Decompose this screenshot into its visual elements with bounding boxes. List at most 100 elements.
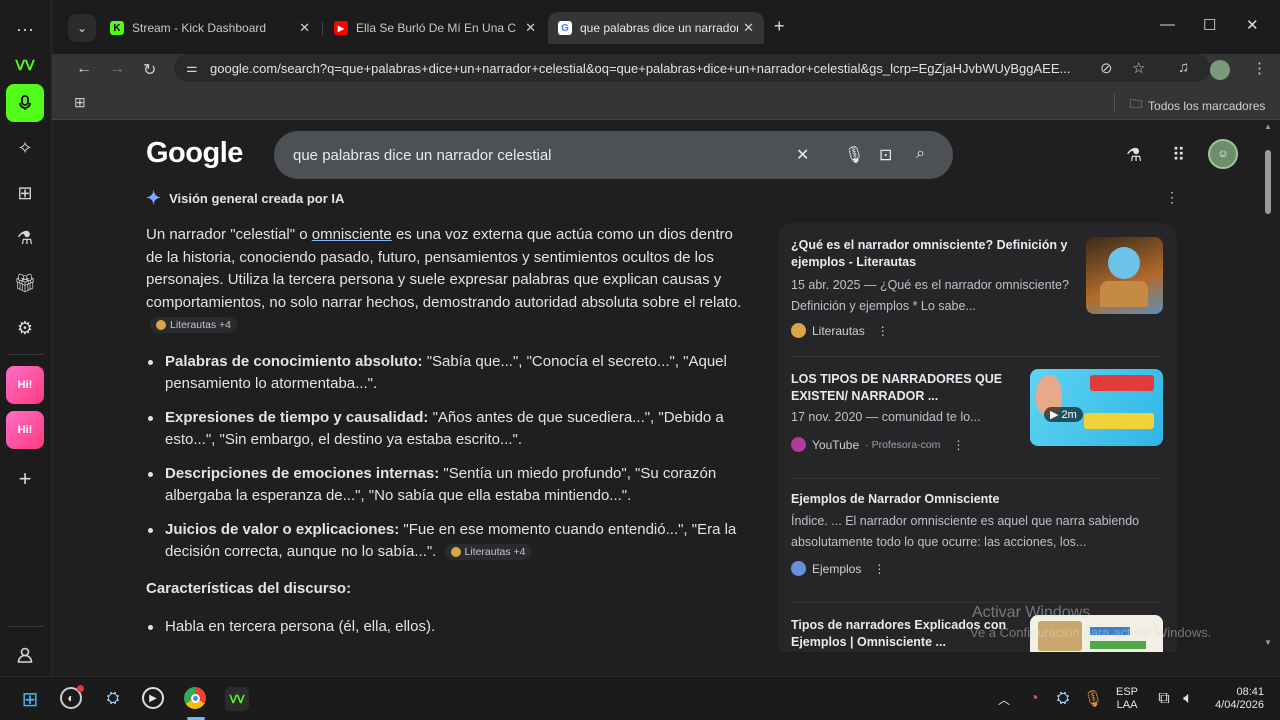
scroll-up-icon[interactable]: ▲ xyxy=(1264,122,1272,131)
volume-icon[interactable]: 🔈︎ xyxy=(1176,687,1200,711)
source-card[interactable]: Ejemplos de Narrador Omnisciente Índice.… xyxy=(791,491,1163,603)
tray-steam-icon[interactable]: ⛭ xyxy=(1051,687,1075,711)
back-button[interactable]: ← xyxy=(76,60,92,78)
chrome-icon[interactable] xyxy=(184,687,206,709)
sparkle-icon[interactable]: ✧ xyxy=(6,129,44,167)
google-apps-icon[interactable]: ⠿ xyxy=(1172,145,1185,166)
scroll-down-icon[interactable]: ▼ xyxy=(1264,638,1272,647)
flask-icon[interactable]: ⚗ xyxy=(6,219,44,257)
chrome-center-shape xyxy=(190,693,200,703)
characteristics-list: Habla en tercera persona (él, ella, ello… xyxy=(146,616,744,639)
tab-google[interactable]: G que palabras dice un narrador c ✕ xyxy=(548,12,764,44)
more-options-icon[interactable]: ··· xyxy=(6,10,44,48)
tab-strip: ⌄ K Stream - Kick Dashboard ✕ ▶ Ella Se … xyxy=(52,0,1280,54)
google-logo[interactable]: Google xyxy=(146,137,243,170)
lens-icon[interactable]: ⊡ xyxy=(879,145,892,165)
settings-icon[interactable]: ⚙ xyxy=(6,309,44,347)
site-settings-icon[interactable]: ⚌ xyxy=(186,60,198,76)
omnisciente-link[interactable]: omnisciente xyxy=(312,226,392,243)
tab-search-button[interactable]: ⌄ xyxy=(68,14,96,42)
media-player-icon[interactable]: ▶ xyxy=(142,687,164,709)
tab-title: Stream - Kick Dashboard xyxy=(132,21,267,35)
close-window-button[interactable]: ✕ xyxy=(1246,16,1259,34)
search-input[interactable]: que palabras dice un narrador celestial … xyxy=(274,131,953,179)
cartoon-thumbnail[interactable] xyxy=(1086,237,1163,314)
maximize-button[interactable]: ☐ xyxy=(1203,16,1216,34)
voice-search-icon[interactable]: 🎙︎ xyxy=(844,145,864,165)
ejemplos-icon xyxy=(791,561,806,576)
microphone-panel-icon[interactable] xyxy=(6,84,44,122)
labs-flask-icon[interactable]: ⚗ xyxy=(1126,145,1142,166)
source-site: Literautas xyxy=(812,323,865,338)
steam-icon[interactable]: ⛭ xyxy=(101,687,125,711)
all-bookmarks-button[interactable]: 🗀︎ Todos los marcadores xyxy=(1130,95,1265,116)
forward-button[interactable]: → xyxy=(109,60,125,78)
gift-icon[interactable]: 🎁︎ xyxy=(6,264,44,302)
ai-overview-body: Un narrador "celestial" o omnisciente es… xyxy=(146,224,744,639)
close-icon[interactable]: ✕ xyxy=(743,20,754,36)
language-indicator[interactable]: ESP LAA xyxy=(1116,686,1138,712)
bookmarks-bar: ⊞ 🗀︎ Todos los marcadores xyxy=(52,86,1280,120)
google-icon: G xyxy=(558,21,572,35)
more-vert-icon[interactable]: ⋮ xyxy=(1165,189,1179,206)
search-results-page: Google que palabras dice un narrador cel… xyxy=(62,121,1276,652)
tray-overflow-icon[interactable]: ︿ xyxy=(992,687,1016,711)
literautas-icon xyxy=(791,323,806,338)
clock[interactable]: 08:41 4/04/2026 xyxy=(1208,686,1264,712)
tray-microphone-icon[interactable]: 🎙︎ xyxy=(1081,687,1105,711)
tab-title: Ella Se Burló De Mí En Una Cen xyxy=(356,21,516,35)
literautas-icon xyxy=(450,547,461,558)
source-chip[interactable]: Literautas +4 xyxy=(150,317,238,334)
source-card[interactable]: ¿Qué es el narrador omnisciente? Definic… xyxy=(791,235,1163,357)
source-card[interactable]: LOS TIPOS DE NARRADORES QUE EXISTEN/ NAR… xyxy=(791,369,1163,479)
app-icon[interactable]: ᐯᐯ xyxy=(225,687,249,711)
ai-intro-paragraph: Un narrador "celestial" o omnisciente es… xyxy=(146,224,744,337)
list-item: Palabras de conocimiento absoluto: "Sabí… xyxy=(146,351,744,396)
apps-add-icon[interactable]: ⊞ xyxy=(6,174,44,212)
chevron-down-icon: ⌄ xyxy=(76,21,88,35)
account-avatar[interactable]: ☺ xyxy=(1208,139,1238,169)
close-icon[interactable]: ✕ xyxy=(525,20,536,36)
ai-overview-title: Visión general creada por IA xyxy=(169,191,345,206)
address-bar[interactable]: ⚌ google.com/search?q=que+palabras+dice+… xyxy=(174,54,1210,82)
tab-separator xyxy=(322,22,323,36)
apps-grid-icon[interactable]: ⊞ xyxy=(74,94,86,111)
reload-button[interactable]: ↻ xyxy=(143,60,156,80)
sources-panel: ¿Qué es el narrador omnisciente? Definic… xyxy=(778,223,1177,652)
watermark-line2: Ve a Configuración para activar Windows. xyxy=(970,625,1212,640)
all-bookmarks-label: Todos los marcadores xyxy=(1148,98,1266,113)
eye-off-icon[interactable]: ⊘ xyxy=(1100,59,1113,77)
profile-avatar-icon[interactable] xyxy=(1210,60,1230,80)
source-chip[interactable]: Literautas +4 xyxy=(444,544,532,561)
page-scrollbar[interactable]: ▲ ▼ xyxy=(1262,120,1274,652)
scrollbar-thumb[interactable] xyxy=(1265,150,1271,214)
new-tab-button[interactable]: + xyxy=(774,16,785,37)
add-panel-icon[interactable]: + xyxy=(6,460,44,498)
minimize-button[interactable]: — xyxy=(1160,16,1175,33)
close-icon[interactable]: ✕ xyxy=(299,20,310,36)
more-vert-icon[interactable]: ⋮ xyxy=(952,438,964,452)
video-thumbnail[interactable]: ▶ 2m xyxy=(1030,369,1163,446)
more-vert-icon[interactable]: ⋮ xyxy=(873,562,885,576)
source-title[interactable]: ¿Qué es el narrador omnisciente? Definic… xyxy=(791,237,1073,271)
more-vert-icon[interactable]: ⋮ xyxy=(877,324,889,338)
tray-app-icon[interactable]: ◔ xyxy=(1022,687,1046,711)
tab-youtube[interactable]: ▶ Ella Se Burló De Mí En Una Cen ✕ xyxy=(324,12,546,44)
source-site: Ejemplos xyxy=(812,561,862,576)
source-title[interactable]: LOS TIPOS DE NARRADORES QUE EXISTEN/ NAR… xyxy=(791,371,1017,405)
windows-start-icon[interactable]: ⊞ xyxy=(18,687,42,711)
app-avatar-icon-2[interactable]: Hi! xyxy=(6,411,44,449)
search-icon[interactable]: ⌕ xyxy=(916,145,925,163)
media-controls-icon[interactable]: ♫ xyxy=(1178,59,1189,76)
network-icon[interactable]: ⧉ xyxy=(1152,687,1176,711)
watermark-line1: Activar Windows xyxy=(972,604,1091,621)
profile-icon[interactable] xyxy=(6,636,44,674)
app-avatar-icon[interactable]: Hi! xyxy=(6,366,44,404)
divider xyxy=(8,354,44,355)
tab-kick[interactable]: K Stream - Kick Dashboard ✕ xyxy=(100,12,320,44)
source-title[interactable]: Ejemplos de Narrador Omnisciente xyxy=(791,491,1163,508)
source-snippet: 17 nov. 2020 — comunidad te lo... xyxy=(791,410,981,424)
chrome-menu-icon[interactable]: ⋮ xyxy=(1252,59,1267,77)
bookmark-star-icon[interactable]: ☆ xyxy=(1132,59,1145,77)
clear-icon[interactable]: ✕ xyxy=(796,145,809,165)
